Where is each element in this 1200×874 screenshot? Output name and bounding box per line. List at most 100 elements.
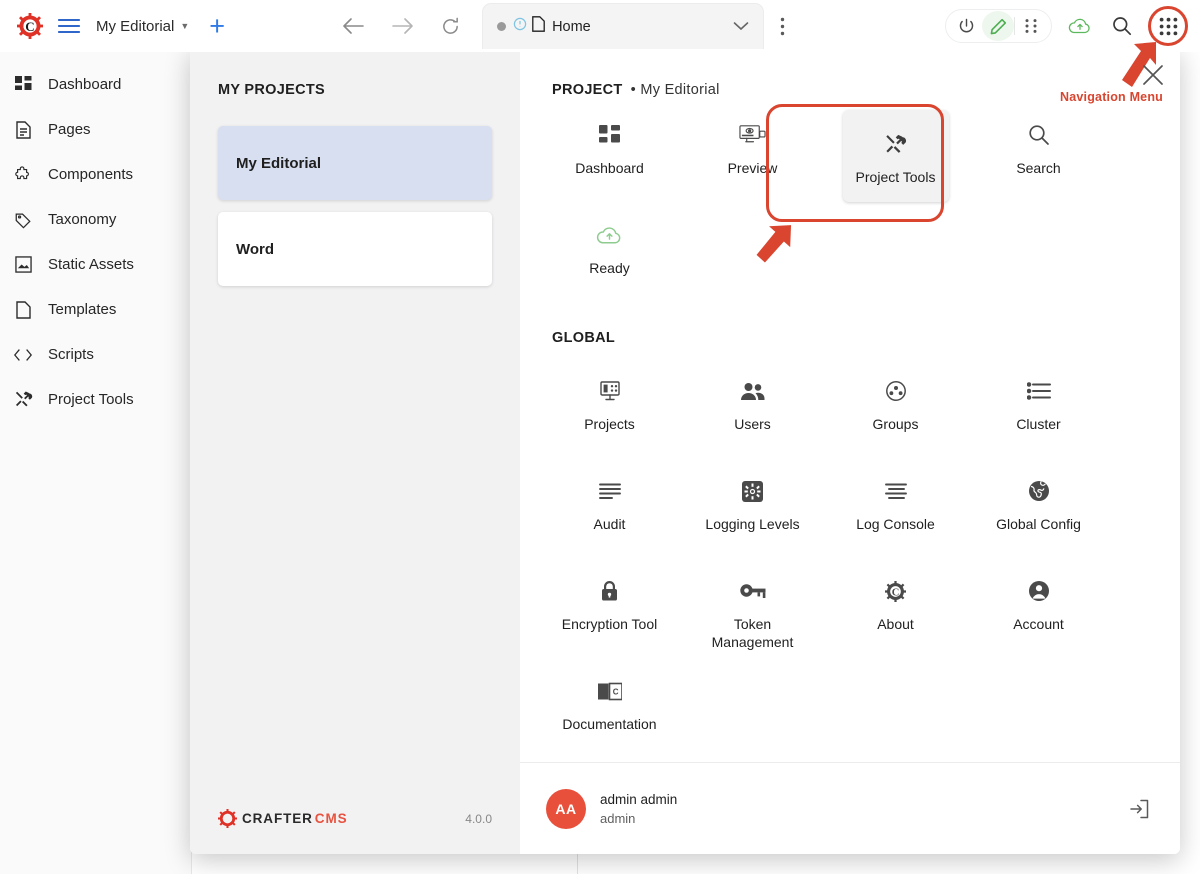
avatar[interactable]: AA	[546, 788, 586, 829]
tile-label: About	[877, 616, 914, 632]
tile-users[interactable]: Users	[681, 360, 824, 460]
project-list: My Editorial Word	[190, 98, 520, 286]
browser-tab-home[interactable]: Home	[482, 3, 765, 49]
project-card-label: Word	[236, 240, 275, 258]
overlay-user-footer: AA admin admin admin	[520, 762, 1180, 854]
add-new-button[interactable]: +	[209, 12, 225, 40]
tile-label: Groups	[872, 416, 919, 432]
tile-dashboard[interactable]: Dashboard	[538, 104, 681, 204]
image-icon	[12, 256, 34, 273]
sidebar-item-label: Templates	[48, 301, 117, 318]
search-icon	[1028, 118, 1050, 152]
navigation-overlay-panel: MY PROJECTS My Editorial Word CRAFTER CM…	[190, 48, 1180, 854]
sidebar-item-label: Project Tools	[48, 391, 134, 408]
sidebar-item-static-assets[interactable]: Static Assets	[0, 242, 191, 287]
sidebar-item-label: Pages	[48, 121, 91, 138]
tile-projects[interactable]: Projects	[538, 360, 681, 460]
sidebar-item-project-tools[interactable]: Project Tools	[0, 377, 191, 422]
tile-label: Preview	[727, 160, 778, 176]
tile-label: Encryption Tool	[561, 616, 658, 632]
tools-icon	[884, 127, 907, 161]
tile-project-tools[interactable]: Project Tools	[842, 110, 949, 202]
global-tiles-grid: Projects Users Groups Cluster Audit Logg…	[538, 360, 1110, 760]
svg-text:C: C	[25, 19, 34, 34]
tile-label: Dashboard	[575, 160, 644, 176]
tile-label: Account	[1013, 616, 1064, 632]
tile-groups[interactable]: Groups	[824, 360, 967, 460]
close-x-icon[interactable]	[1142, 64, 1164, 91]
sidebar-item-label: Static Assets	[48, 256, 134, 273]
pencil-edit-icon[interactable]	[982, 11, 1014, 41]
arrow-left-icon[interactable]	[343, 18, 364, 34]
svg-text:C: C	[612, 687, 618, 696]
tile-account[interactable]: Account	[967, 560, 1110, 660]
document-icon	[532, 16, 545, 37]
info-badge-icon	[513, 17, 527, 36]
more-vertical-icon[interactable]	[780, 17, 785, 36]
arrow-right-icon[interactable]	[392, 18, 413, 34]
tile-logging-levels[interactable]: Logging Levels	[681, 460, 824, 560]
sidebar-item-label: Dashboard	[48, 76, 122, 93]
project-section-title: PROJECT	[552, 82, 623, 98]
tile-label: Documentation	[562, 716, 657, 732]
sidebar-item-pages[interactable]: Pages	[0, 107, 191, 152]
reload-icon[interactable]	[441, 17, 460, 36]
tile-label: Cluster	[1016, 416, 1061, 432]
project-section-subtitle: My Editorial	[631, 82, 720, 98]
tile-label: Logging Levels	[705, 516, 800, 532]
power-icon[interactable]	[950, 11, 982, 41]
chevron-down-icon: ▼	[180, 21, 190, 31]
monitor-eye-icon	[739, 118, 766, 152]
tile-preview[interactable]: Preview	[681, 104, 824, 204]
tab-title-label: Home	[552, 18, 591, 35]
project-card-label: My Editorial	[236, 154, 322, 172]
sidebar-item-label: Taxonomy	[48, 211, 117, 228]
tile-search[interactable]: Search	[967, 104, 1110, 204]
browser-nav-controls	[343, 17, 460, 36]
user-handle-label: admin	[600, 810, 636, 826]
logout-icon[interactable]	[1124, 794, 1154, 824]
project-tiles-grid: Dashboard Preview Project Tools Search R…	[538, 104, 1110, 304]
tile-ready[interactable]: Ready	[538, 204, 681, 304]
projects-screen-icon	[599, 374, 621, 408]
tile-label: Search	[1016, 160, 1061, 176]
code-brackets-icon	[12, 348, 34, 362]
my-projects-panel: MY PROJECTS My Editorial Word CRAFTER CM…	[190, 48, 520, 854]
search-icon[interactable]	[1104, 9, 1140, 43]
annotation-arrow-project-tools	[752, 222, 798, 275]
tile-about[interactable]: C About	[824, 560, 967, 660]
tile-label: Token Management	[711, 616, 794, 650]
sidebar-item-dashboard[interactable]: Dashboard	[0, 62, 191, 107]
tile-log-console[interactable]: Log Console	[824, 460, 967, 560]
tile-encryption-tool[interactable]: Encryption Tool	[538, 560, 681, 660]
tile-label: Project Tools	[855, 169, 936, 185]
app-root: Dashboard Pages Components Taxonomy Stat…	[0, 0, 1200, 874]
book-icon: C	[597, 674, 622, 708]
sidebar-item-scripts[interactable]: Scripts	[0, 332, 191, 377]
sidebar-item-components[interactable]: Components	[0, 152, 191, 197]
brand-primary-label: CRAFTER	[242, 811, 313, 826]
crafter-cms-logo: CRAFTER CMS	[218, 809, 348, 828]
dots-grid-icon[interactable]	[1015, 11, 1047, 41]
gear-square-icon	[742, 474, 763, 508]
project-card-word[interactable]: Word	[218, 212, 492, 286]
project-name-selector[interactable]: My Editorial ▼	[96, 18, 189, 35]
tile-global-config[interactable]: Global Config	[967, 460, 1110, 560]
brand-secondary-label: CMS	[314, 811, 348, 826]
chevron-down-icon[interactable]	[733, 18, 749, 36]
hamburger-menu-icon[interactable]	[56, 13, 82, 39]
tile-label: Audit	[593, 516, 626, 532]
sidebar-item-templates[interactable]: Templates	[0, 287, 191, 332]
project-card-my-editorial[interactable]: My Editorial	[218, 126, 492, 200]
audit-lines-icon	[598, 474, 621, 508]
global-section-header: GLOBAL	[520, 304, 1180, 346]
navigation-content-panel: PROJECT My Editorial Dashboard	[520, 48, 1180, 854]
sidebar-item-taxonomy[interactable]: Taxonomy	[0, 197, 191, 242]
cloud-upload-icon[interactable]	[1062, 9, 1098, 43]
tile-token-management[interactable]: Token Management	[681, 560, 824, 660]
tile-cluster[interactable]: Cluster	[967, 360, 1110, 460]
tile-audit[interactable]: Audit	[538, 460, 681, 560]
left-sidebar: Dashboard Pages Components Taxonomy Stat…	[0, 52, 192, 874]
tile-documentation[interactable]: C Documentation	[538, 660, 681, 760]
crafter-gear-logo[interactable]: C	[16, 12, 44, 40]
